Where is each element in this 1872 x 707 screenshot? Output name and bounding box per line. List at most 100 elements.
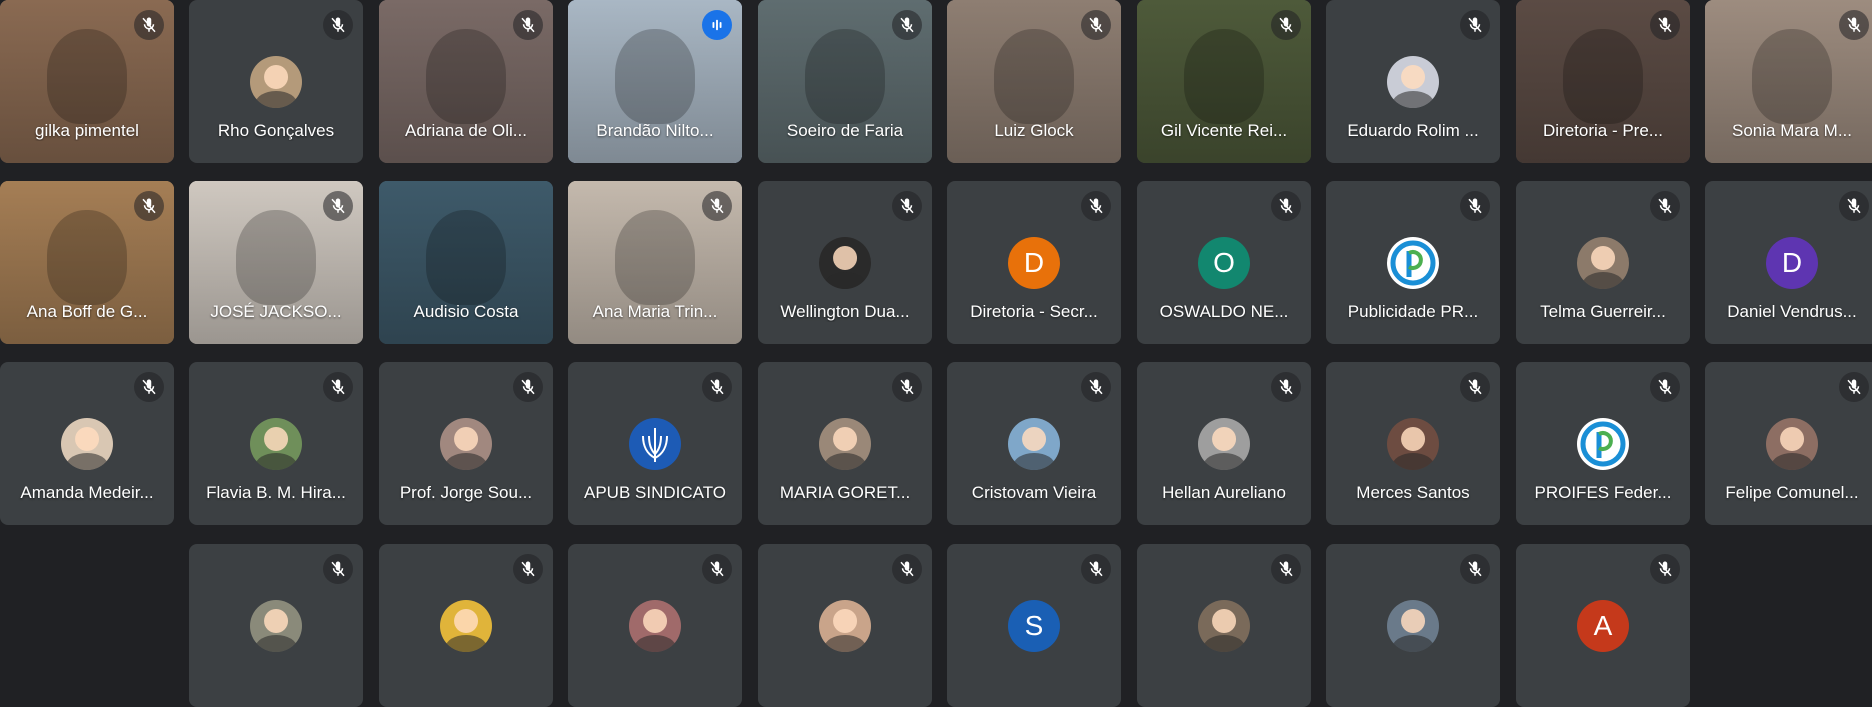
participant-tile[interactable]: D Diretoria - Secr... — [947, 181, 1121, 344]
participant-tile[interactable]: Wellington Dua... — [758, 181, 932, 344]
mic-off-icon — [1460, 10, 1490, 40]
avatar — [629, 417, 681, 470]
participant-tile[interactable]: Cristovam Vieira — [947, 362, 1121, 525]
participant-tile[interactable]: D Daniel Vendrus... — [1705, 181, 1872, 344]
participant-name: Publicidade PR... — [1347, 302, 1479, 321]
participant-tile[interactable]: A — [1516, 544, 1690, 707]
mic-off-icon — [1650, 191, 1680, 221]
mic-off-icon — [1839, 372, 1869, 402]
avatar-letter: O — [1213, 246, 1235, 278]
participant-tile[interactable]: Ana Boff de G... — [0, 181, 174, 344]
participant-name: Merces Santos — [1356, 483, 1470, 502]
mic-off-icon — [323, 10, 353, 40]
avatar-letter: S — [1024, 609, 1044, 641]
participant-tile[interactable]: Ana Maria Trin... — [568, 181, 742, 344]
avatar — [1008, 417, 1060, 470]
participant-tile[interactable]: Merces Santos — [1326, 362, 1500, 525]
participant-tile[interactable]: gilka pimentel — [0, 0, 174, 163]
participant-tile[interactable]: Hellan Aureliano — [1137, 362, 1311, 525]
mic-off-icon — [1650, 554, 1680, 584]
participant-tile[interactable]: Gil Vicente Rei... — [1137, 0, 1311, 163]
avatar — [1577, 236, 1629, 289]
avatar — [1198, 417, 1250, 470]
organization-logo-icon — [1390, 240, 1436, 285]
mic-off-icon — [1081, 10, 1111, 40]
mic-off-icon — [1650, 372, 1680, 402]
participant-tile[interactable]: Sonia Mara M... — [1705, 0, 1872, 163]
participant-tile[interactable] — [379, 544, 553, 707]
mic-off-icon — [513, 372, 543, 402]
participant-tile[interactable] — [189, 544, 363, 707]
mic-off-icon — [134, 10, 164, 40]
participant-name: MARIA GORET... — [779, 483, 911, 502]
participant-tile[interactable]: PROIFES Feder... — [1516, 362, 1690, 525]
participant-tile[interactable]: Publicidade PR... — [1326, 181, 1500, 344]
participant-name: Amanda Medeir... — [20, 483, 154, 502]
mic-off-icon — [134, 191, 164, 221]
mic-off-icon — [513, 554, 543, 584]
participant-tile[interactable]: Adriana de Oli... — [379, 0, 553, 163]
participant-tile[interactable]: Prof. Jorge Sou... — [379, 362, 553, 525]
participant-name: Ana Boff de G... — [26, 302, 148, 321]
mic-off-icon — [892, 10, 922, 40]
participant-grid: gilka pimentel Rho Gonçalves Adriana de Ol… — [0, 0, 1872, 707]
participant-tile[interactable]: Rho Gonçalves — [189, 0, 363, 163]
participant-name: Cristovam Vieira — [971, 483, 1097, 502]
organization-logo-icon — [1580, 421, 1626, 466]
participant-tile[interactable] — [758, 544, 932, 707]
participant-name: OSWALDO NE... — [1159, 302, 1289, 321]
participant-name: Prof. Jorge Sou... — [399, 483, 533, 502]
participant-tile[interactable]: JOSÉ JACKSO... — [189, 181, 363, 344]
participant-name: Eduardo Rolim ... — [1347, 121, 1479, 140]
participant-name: Audisio Costa — [413, 302, 519, 321]
participant-tile[interactable]: S — [947, 544, 1121, 707]
mic-off-icon — [702, 191, 732, 221]
participant-name: Wellington Dua... — [780, 302, 910, 321]
participant-name: Daniel Vendrus... — [1727, 302, 1857, 321]
mic-off-icon — [1839, 191, 1869, 221]
participant-tile[interactable]: MARIA GORET... — [758, 362, 932, 525]
participant-tile[interactable] — [1326, 544, 1500, 707]
participant-name: Telma Guerreir... — [1540, 302, 1666, 321]
participant-tile[interactable]: Soeiro de Faria — [758, 0, 932, 163]
avatar-initial: D — [1008, 236, 1060, 289]
participant-tile[interactable]: Audisio Costa — [379, 181, 553, 344]
participant-tile[interactable]: Eduardo Rolim ... — [1326, 0, 1500, 163]
avatar-letter: D — [1023, 246, 1045, 278]
avatar — [819, 236, 871, 289]
mic-off-icon — [134, 372, 164, 402]
avatar — [1387, 55, 1439, 108]
participant-tile[interactable]: O OSWALDO NE... — [1137, 181, 1311, 344]
avatar — [819, 417, 871, 470]
participant-tile[interactable]: Telma Guerreir... — [1516, 181, 1690, 344]
participant-tile[interactable]: APUB SINDICATO — [568, 362, 742, 525]
mic-off-icon — [1271, 372, 1301, 402]
participant-name: Brandão Nilto... — [596, 121, 714, 140]
mic-off-icon — [323, 554, 353, 584]
participant-tile[interactable]: Diretoria - Pre... — [1516, 0, 1690, 163]
mic-off-icon — [513, 10, 543, 40]
mic-off-icon — [1460, 554, 1490, 584]
participant-tile[interactable]: Luiz Glock — [947, 0, 1121, 163]
participant-name: JOSÉ JACKSO... — [210, 302, 342, 321]
avatar — [250, 417, 302, 470]
participant-name: PROIFES Feder... — [1534, 483, 1672, 502]
participant-tile[interactable] — [1137, 544, 1311, 707]
mic-off-icon — [1081, 372, 1111, 402]
avatar — [1387, 417, 1439, 470]
participant-name: Ana Maria Trin... — [592, 302, 718, 321]
participant-name: Gil Vicente Rei... — [1160, 121, 1288, 140]
mic-off-icon — [892, 554, 922, 584]
participant-tile[interactable]: Brandão Nilto... — [568, 0, 742, 163]
mic-off-icon — [323, 372, 353, 402]
mic-off-icon — [323, 191, 353, 221]
participant-tile[interactable] — [568, 544, 742, 707]
avatar — [1387, 236, 1439, 289]
participant-tile[interactable]: Flavia B. M. Hira... — [189, 362, 363, 525]
avatar-initial: D — [1766, 236, 1818, 289]
speaking-indicator-icon — [702, 10, 732, 40]
participant-tile[interactable]: Felipe Comunel... — [1705, 362, 1872, 525]
avatar — [1577, 417, 1629, 470]
participant-tile[interactable]: Amanda Medeir... — [0, 362, 174, 525]
avatar-initial: O — [1198, 236, 1250, 289]
